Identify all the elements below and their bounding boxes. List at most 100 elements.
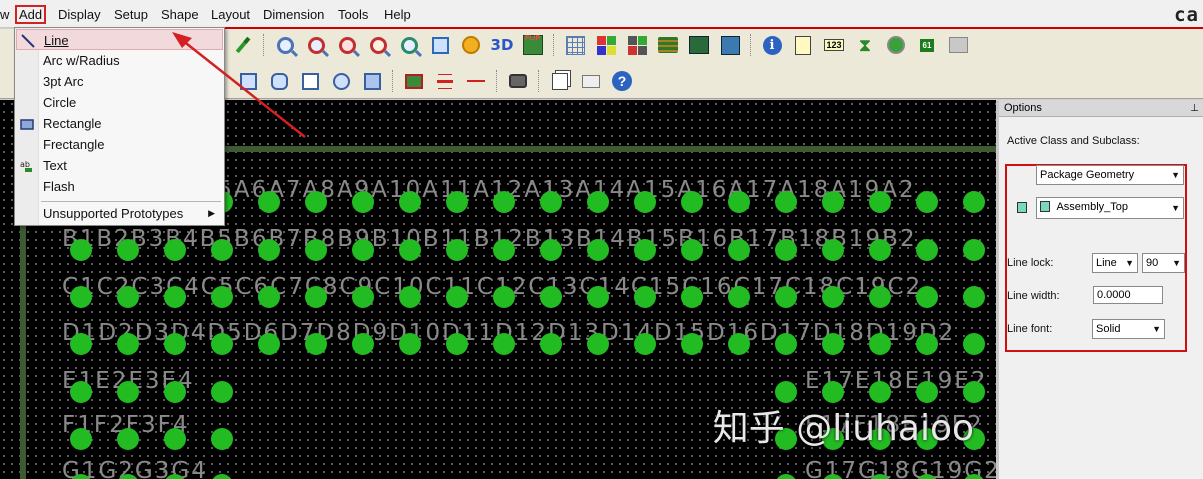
pad[interactable] — [446, 286, 468, 308]
pad[interactable] — [540, 333, 562, 355]
circle-icon[interactable] — [328, 68, 354, 94]
pad[interactable] — [681, 239, 703, 261]
report-icon[interactable]: 61 — [914, 32, 940, 58]
zoom-world-icon[interactable] — [427, 32, 453, 58]
pad[interactable] — [634, 239, 656, 261]
pad[interactable] — [399, 239, 421, 261]
camera-icon[interactable] — [505, 68, 531, 94]
zoom-out-icon[interactable] — [365, 32, 391, 58]
pad[interactable] — [211, 428, 233, 450]
pad[interactable] — [446, 333, 468, 355]
pad[interactable] — [70, 333, 92, 355]
pad[interactable] — [587, 286, 609, 308]
help-icon[interactable]: ? — [609, 68, 635, 94]
pad[interactable] — [258, 239, 280, 261]
pad[interactable] — [916, 333, 938, 355]
pad[interactable] — [446, 239, 468, 261]
copy-icon[interactable] — [547, 68, 573, 94]
pad[interactable] — [164, 239, 186, 261]
pad[interactable] — [305, 333, 327, 355]
hourglass-icon[interactable]: ⧗ — [852, 32, 878, 58]
pad[interactable] — [211, 333, 233, 355]
menu-item-flash[interactable]: Flash — [16, 176, 223, 197]
subclass-visibility-swatch[interactable] — [1017, 202, 1027, 213]
line-lock-select[interactable]: Line ▼ — [1092, 253, 1138, 273]
menu-item-arc-radius[interactable]: Arc w/Radius — [16, 50, 223, 71]
menu-tools[interactable]: Tools — [338, 7, 368, 22]
pad[interactable] — [634, 286, 656, 308]
pad[interactable] — [305, 286, 327, 308]
menu-setup[interactable]: Setup — [114, 7, 148, 22]
menu-help[interactable]: Help — [384, 7, 411, 22]
pad[interactable] — [399, 333, 421, 355]
component-icon[interactable] — [401, 68, 427, 94]
pad[interactable] — [493, 286, 515, 308]
pad[interactable] — [869, 333, 891, 355]
pad[interactable] — [728, 239, 750, 261]
pad[interactable] — [681, 286, 703, 308]
pad[interactable] — [352, 239, 374, 261]
dcm-icon[interactable] — [686, 32, 712, 58]
print-icon[interactable] — [945, 32, 971, 58]
rotate-icon[interactable] — [297, 68, 323, 94]
redraw-icon[interactable] — [458, 32, 484, 58]
grid-icon[interactable] — [562, 32, 588, 58]
menu-dimension[interactable]: Dimension — [263, 7, 324, 22]
pad[interactable] — [775, 333, 797, 355]
pad[interactable] — [493, 333, 515, 355]
pad[interactable] — [728, 191, 750, 213]
pad[interactable] — [869, 239, 891, 261]
pad[interactable] — [822, 191, 844, 213]
pad[interactable] — [211, 381, 233, 403]
menu-item-unsupported-prototypes[interactable]: Unsupported Prototypes ▶ — [16, 203, 223, 224]
line-font-select[interactable]: Solid ▼ — [1092, 319, 1165, 339]
dimension-v-icon[interactable] — [432, 68, 458, 94]
3d-view-icon[interactable]: 3D — [489, 32, 515, 58]
menu-item-rectangle[interactable]: Rectangle — [16, 113, 223, 134]
pad[interactable] — [963, 239, 985, 261]
pad[interactable] — [117, 381, 139, 403]
merge-icon[interactable] — [359, 68, 385, 94]
pin-icon[interactable] — [230, 32, 256, 58]
zoom-points-icon[interactable] — [272, 32, 298, 58]
info-icon[interactable]: i — [759, 32, 785, 58]
counter-icon[interactable]: 123 — [821, 32, 847, 58]
pad[interactable] — [963, 286, 985, 308]
pad[interactable] — [352, 333, 374, 355]
pad[interactable] — [587, 191, 609, 213]
pad[interactable] — [728, 333, 750, 355]
menu-layout[interactable]: Layout — [211, 7, 250, 22]
pad[interactable] — [164, 381, 186, 403]
pad[interactable] — [117, 239, 139, 261]
pad[interactable] — [258, 333, 280, 355]
stackup-icon[interactable] — [655, 32, 681, 58]
shape-icon[interactable] — [717, 32, 743, 58]
pad[interactable] — [681, 191, 703, 213]
pad[interactable] — [728, 286, 750, 308]
pad[interactable] — [493, 239, 515, 261]
menu-display[interactable]: Display — [58, 7, 101, 22]
pad[interactable] — [399, 286, 421, 308]
pad[interactable] — [117, 333, 139, 355]
pad[interactable] — [70, 286, 92, 308]
line-lock-angle-select[interactable]: 90 ▼ — [1142, 253, 1185, 273]
pad[interactable] — [634, 191, 656, 213]
pad[interactable] — [634, 333, 656, 355]
menu-item-3pt-arc[interactable]: 3pt Arc — [16, 71, 223, 92]
pad[interactable] — [258, 191, 280, 213]
measure-icon[interactable] — [790, 32, 816, 58]
menu-item-line[interactable]: Line — [16, 29, 223, 50]
pad[interactable] — [211, 474, 233, 479]
shape-edit-icon[interactable] — [235, 68, 261, 94]
pad[interactable] — [775, 286, 797, 308]
pad[interactable] — [775, 191, 797, 213]
pad[interactable] — [869, 191, 891, 213]
pad[interactable] — [822, 333, 844, 355]
pad[interactable] — [540, 286, 562, 308]
pad[interactable] — [446, 191, 468, 213]
pad[interactable] — [211, 239, 233, 261]
void-icon[interactable] — [266, 68, 292, 94]
drc-icon[interactable] — [883, 32, 909, 58]
pad[interactable] — [775, 474, 797, 479]
pad[interactable] — [399, 191, 421, 213]
